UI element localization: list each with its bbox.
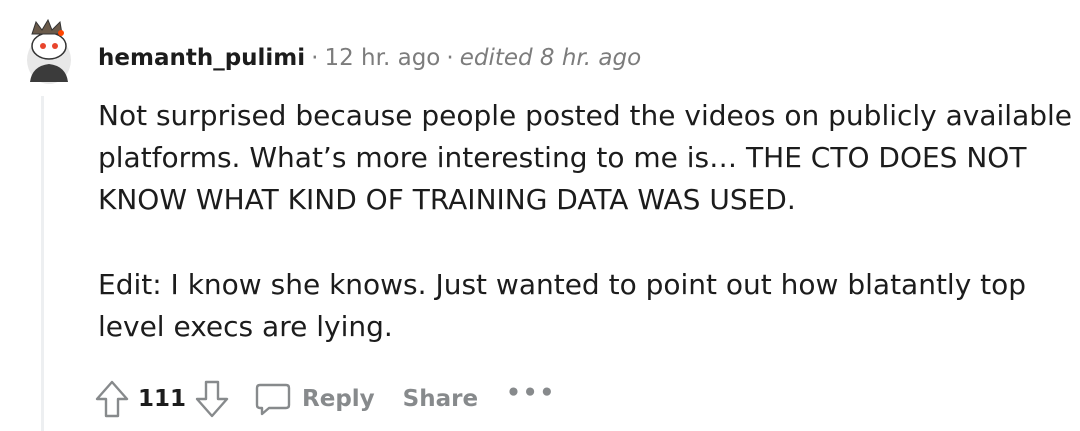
upvote-arrow-icon [95, 380, 129, 418]
vote-score: 111 [138, 386, 187, 412]
avatar[interactable] [20, 16, 78, 86]
upvote-button[interactable] [90, 377, 134, 421]
share-button[interactable]: Share [403, 386, 478, 412]
reply-button[interactable]: Reply [254, 380, 375, 418]
timestamp[interactable]: 12 hr. ago [324, 45, 440, 71]
chat-bubble-icon [255, 383, 291, 416]
meta-separator: · [446, 45, 454, 71]
downvote-button[interactable] [190, 377, 234, 421]
snoo-avatar-icon [27, 18, 71, 84]
author-name[interactable]: hemanth_pulimi [98, 45, 305, 71]
comment-actions: 111 Reply Share ••• [90, 375, 556, 423]
thread-line[interactable] [41, 96, 44, 431]
reply-label: Reply [302, 386, 375, 412]
comment-meta: hemanth_pulimi · 12 hr. ago · edited 8 hr. a… [98, 44, 641, 72]
more-options-button[interactable]: ••• [506, 380, 556, 406]
comment-paragraph: Not surprised because people posted the … [98, 99, 1073, 216]
comment-paragraph: Edit: I know she knows. Just wanted to p… [98, 268, 1027, 343]
downvote-arrow-icon [195, 380, 229, 418]
edited-label: edited 8 hr. ago [459, 45, 642, 71]
meta-separator: · [311, 45, 319, 71]
